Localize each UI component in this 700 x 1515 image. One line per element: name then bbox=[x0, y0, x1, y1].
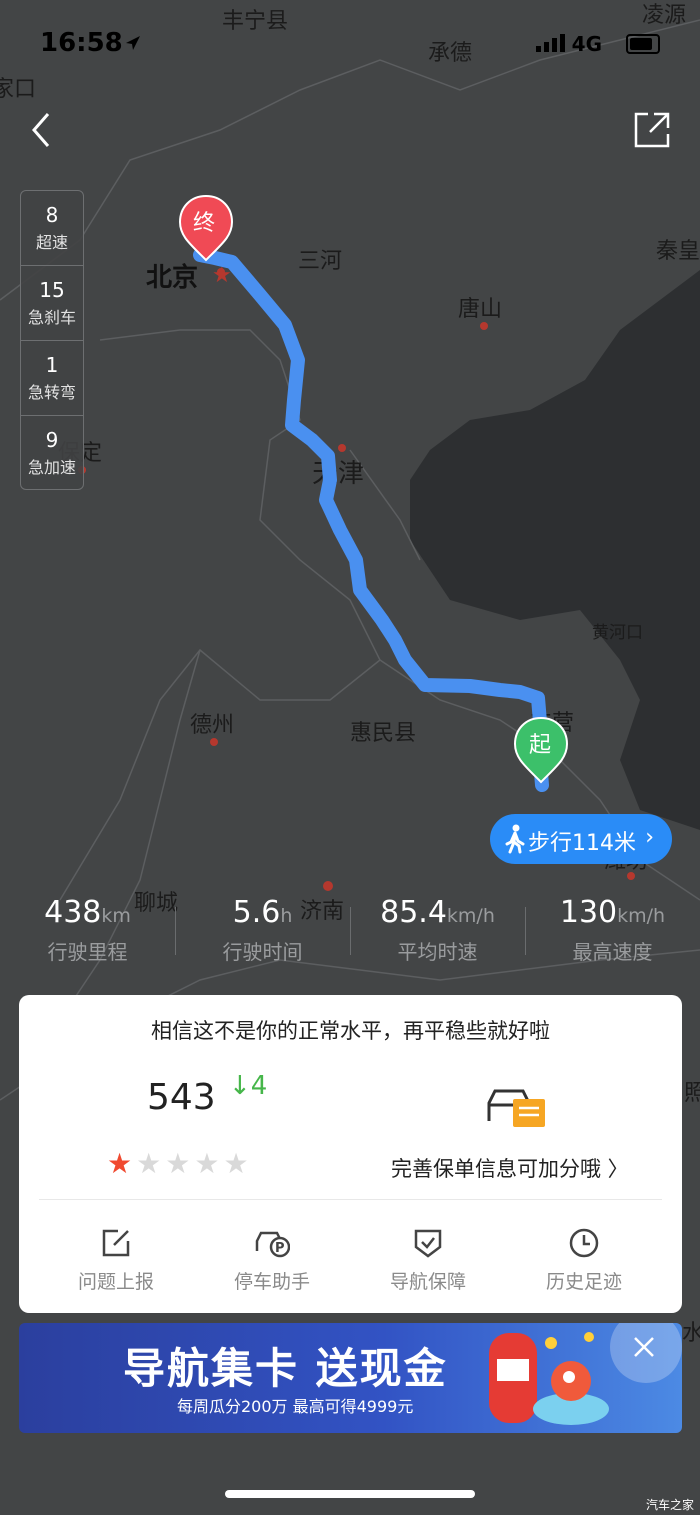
banner-title: 导航集卡 送现金 bbox=[123, 1344, 448, 1393]
metric-unit: h bbox=[280, 905, 293, 927]
history-button[interactable]: 历史足迹 bbox=[509, 1227, 659, 1294]
score-delta: ↓4 bbox=[229, 1071, 268, 1101]
star-icon: ★ bbox=[223, 1147, 253, 1180]
metric-unit: km/h bbox=[446, 905, 495, 927]
clock-icon bbox=[569, 1228, 599, 1258]
event-count: 8 bbox=[45, 203, 59, 227]
rating-stars: ★★★★★ bbox=[107, 1147, 253, 1180]
banner-subtitle: 每周瓜分200万 最高可得4999元 bbox=[177, 1397, 414, 1416]
report-issue-button[interactable]: 问题上报 bbox=[41, 1227, 191, 1294]
map-label: 三河 bbox=[298, 249, 342, 274]
walk-distance-button[interactable]: 步行114米 › bbox=[490, 814, 672, 864]
score-message: 相信这不是你的正常水平，再平稳些就好啦 bbox=[151, 1019, 550, 1043]
map-label: 照 bbox=[684, 1081, 700, 1106]
end-pin-label: 终 bbox=[193, 211, 215, 236]
parking-assistant-button[interactable]: P 停车助手 bbox=[197, 1227, 347, 1294]
share-button[interactable] bbox=[632, 110, 672, 150]
banner-close-button[interactable] bbox=[610, 1323, 682, 1383]
metric-avg-speed: 85.4km/h 平均时速 bbox=[350, 895, 525, 965]
map-label: 家口 bbox=[0, 77, 36, 102]
close-icon bbox=[634, 1337, 654, 1357]
back-button[interactable] bbox=[24, 108, 64, 152]
event-hard-brake[interactable]: 15 急刹车 bbox=[21, 266, 83, 341]
star-icon: ★ bbox=[107, 1147, 137, 1180]
location-arrow-icon bbox=[126, 36, 140, 50]
event-count: 1 bbox=[45, 353, 59, 377]
map-label: 唐山 bbox=[458, 297, 502, 322]
metric-max-speed: 130km/h 最高速度 bbox=[525, 895, 700, 965]
edit-icon bbox=[102, 1229, 130, 1257]
event-label: 急转弯 bbox=[27, 383, 76, 402]
star-icon: ★ bbox=[165, 1147, 195, 1180]
star-icon: ★ bbox=[194, 1147, 224, 1180]
promo-banner[interactable]: 导航集卡 送现金 每周瓜分200万 最高可得4999元 bbox=[19, 1323, 682, 1433]
map-label: 凌源 bbox=[642, 3, 686, 28]
map-label: 北京 bbox=[146, 262, 198, 293]
status-time: 16:58 bbox=[40, 28, 123, 58]
action-label: 停车助手 bbox=[233, 1271, 310, 1293]
action-label: 问题上报 bbox=[77, 1271, 154, 1293]
event-speeding[interactable]: 8 超速 bbox=[21, 191, 83, 266]
signal-icon bbox=[536, 34, 565, 52]
walking-person-icon bbox=[505, 824, 525, 854]
driving-score: 543 bbox=[147, 1077, 216, 1118]
trip-metrics: 438km 行驶里程 5.6h 行驶时间 85.4km/h 平均时速 130km… bbox=[0, 895, 700, 975]
metric-label: 平均时速 bbox=[397, 940, 478, 964]
event-label: 急加速 bbox=[27, 458, 76, 477]
metric-unit: km/h bbox=[617, 905, 666, 927]
card-divider bbox=[39, 1199, 662, 1200]
map-label: 秦皇 bbox=[656, 239, 700, 264]
event-hard-accel[interactable]: 9 急加速 bbox=[21, 416, 83, 490]
metric-unit: km bbox=[101, 905, 131, 927]
driving-events-panel: 8 超速 15 急刹车 1 急转弯 9 急加速 bbox=[20, 190, 84, 490]
insurance-policy-icon[interactable] bbox=[485, 1081, 549, 1129]
network-type: 4G bbox=[571, 32, 602, 56]
walk-distance-label: 步行114米 bbox=[528, 831, 636, 856]
metric-value: 438 bbox=[44, 895, 102, 930]
insurance-link[interactable]: 完善保单信息可加分哦 〉 bbox=[391, 1153, 629, 1183]
metric-label: 行驶时间 bbox=[222, 940, 303, 964]
event-sharp-turn[interactable]: 1 急转弯 bbox=[21, 341, 83, 416]
map-label: 惠民县 bbox=[350, 721, 416, 746]
navigation-protection-button[interactable]: 导航保障 bbox=[353, 1227, 503, 1294]
map-label: 天津 bbox=[312, 459, 364, 489]
map-label: 黄河口 bbox=[592, 623, 643, 643]
metric-value: 5.6 bbox=[232, 895, 281, 930]
map-label: 德州 bbox=[190, 713, 234, 738]
map-label: 水 bbox=[682, 1321, 700, 1346]
driving-score-card: 相信这不是你的正常水平，再平稳些就好啦 543 ↓4 ★★★★★ 完善保单信息可… bbox=[19, 995, 682, 1313]
mailbox-mascot-icon bbox=[489, 1332, 609, 1425]
chevron-left-icon bbox=[32, 113, 50, 147]
parking-car-icon: P bbox=[255, 1231, 290, 1258]
event-count: 15 bbox=[39, 278, 65, 302]
star-icon: ★ bbox=[136, 1147, 166, 1180]
shield-check-icon bbox=[414, 1229, 442, 1258]
external-link-icon bbox=[634, 112, 670, 148]
status-bar: 16:58 4G bbox=[0, 28, 700, 64]
event-label: 超速 bbox=[35, 233, 68, 252]
metric-label: 行驶里程 bbox=[47, 940, 128, 964]
chevron-right-icon: › bbox=[645, 825, 654, 850]
metric-label: 最高速度 bbox=[572, 940, 653, 964]
event-label: 急刹车 bbox=[27, 308, 76, 327]
metric-value: 130 bbox=[559, 895, 618, 930]
watermark: 汽车之家 bbox=[645, 1498, 694, 1512]
svg-text:P: P bbox=[275, 1241, 285, 1256]
start-pin-label: 起 bbox=[529, 733, 551, 758]
metric-distance: 438km 行驶里程 bbox=[0, 895, 175, 965]
action-label: 历史足迹 bbox=[545, 1271, 622, 1293]
battery-icon bbox=[626, 34, 660, 54]
action-label: 导航保障 bbox=[389, 1271, 466, 1293]
metric-value: 85.4 bbox=[380, 895, 447, 930]
metric-duration: 5.6h 行驶时间 bbox=[175, 895, 350, 965]
event-count: 9 bbox=[45, 428, 59, 452]
home-indicator[interactable] bbox=[225, 1490, 475, 1498]
